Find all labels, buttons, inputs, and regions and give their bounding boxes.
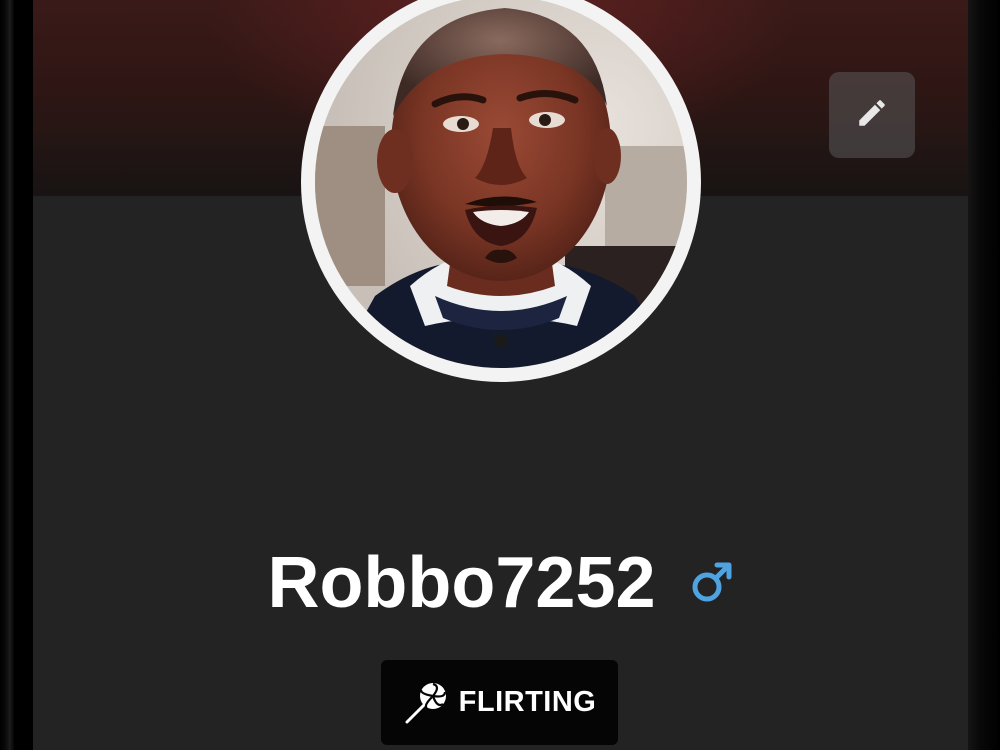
status-label: FLIRTING xyxy=(458,686,597,718)
avatar[interactable] xyxy=(301,0,701,382)
device-edge-right xyxy=(968,0,1000,750)
male-symbol-icon xyxy=(690,560,734,604)
lollipop-icon xyxy=(403,680,449,726)
profile-screen: Robbo7252 FLIRTING xyxy=(33,0,968,750)
profile-photo xyxy=(315,0,687,368)
status-badge[interactable]: FLIRTING xyxy=(381,660,618,745)
username: Robbo7252 xyxy=(267,543,656,623)
edit-profile-button[interactable] xyxy=(829,72,915,158)
pencil-icon xyxy=(855,96,889,135)
device-edge-left xyxy=(0,0,14,750)
device-frame: Robbo7252 FLIRTING xyxy=(0,0,1000,750)
username-row: Robbo7252 xyxy=(33,538,968,628)
